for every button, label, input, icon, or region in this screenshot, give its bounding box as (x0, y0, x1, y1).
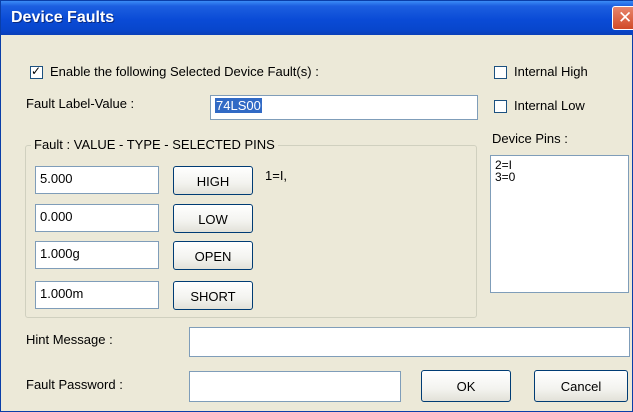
ok-button-label: OK (456, 379, 476, 394)
close-button[interactable]: ✕ (612, 6, 633, 30)
fault-high-label: HIGH (196, 174, 230, 189)
cancel-button[interactable]: Cancel (534, 370, 628, 402)
fault-value-text: 1.000g (40, 246, 80, 261)
internal-low-label: Internal Low (514, 98, 585, 113)
window-title: Device Faults (11, 9, 115, 26)
fault-password-input[interactable] (189, 371, 401, 402)
device-pins-list[interactable]: 2=I 3=0 (490, 155, 629, 293)
fault-value-text: 1.000m (40, 286, 84, 301)
fault-short-button[interactable]: SHORT (173, 281, 253, 310)
enable-faults-label: Enable the following Selected Device Fau… (50, 64, 319, 79)
fault-open-button[interactable]: OPEN (173, 241, 253, 270)
fault-password-label: Fault Password : (26, 377, 123, 392)
device-faults-dialog: Device Faults ✕ ✓ Enable the following S… (0, 0, 633, 412)
selected-pins-text: 1=I, (265, 168, 288, 183)
checkmark-icon: ✓ (31, 64, 42, 78)
ok-button[interactable]: OK (421, 370, 511, 402)
fault-short-label: SHORT (190, 289, 236, 304)
fault-value-text: 0.000 (40, 209, 73, 224)
fault-label-value: 74LS00 (215, 98, 262, 113)
fault-high-button[interactable]: HIGH (173, 166, 253, 195)
fault-value-text: 5.000 (40, 171, 73, 186)
fault-value-input[interactable]: 0.000 (35, 204, 159, 232)
internal-high-label: Internal High (514, 64, 588, 79)
fault-value-input[interactable]: 5.000 (35, 166, 159, 194)
hint-message-input[interactable] (189, 327, 630, 357)
fault-label-input[interactable]: 74LS00 (210, 95, 478, 120)
hint-message-label: Hint Message : (26, 332, 113, 347)
internal-low-checkbox[interactable] (494, 100, 507, 113)
device-pins-label: Device Pins : (492, 131, 568, 146)
enable-faults-checkbox[interactable]: ✓ (30, 64, 43, 79)
fault-low-label: LOW (198, 212, 228, 227)
fault-value-input[interactable]: 1.000g (35, 241, 159, 269)
fault-group-title: Fault : VALUE - TYPE - SELECTED PINS (31, 137, 278, 152)
fault-open-label: OPEN (194, 249, 232, 264)
fault-low-button[interactable]: LOW (173, 204, 253, 233)
list-item[interactable]: 3=0 (495, 171, 624, 183)
close-icon: ✕ (618, 8, 633, 28)
fault-label-caption: Fault Label-Value : (26, 96, 135, 111)
internal-high-checkbox[interactable] (494, 66, 507, 79)
cancel-button-label: Cancel (560, 379, 602, 394)
title-bar[interactable]: Device Faults ✕ (1, 1, 633, 35)
fault-value-input[interactable]: 1.000m (35, 281, 159, 309)
